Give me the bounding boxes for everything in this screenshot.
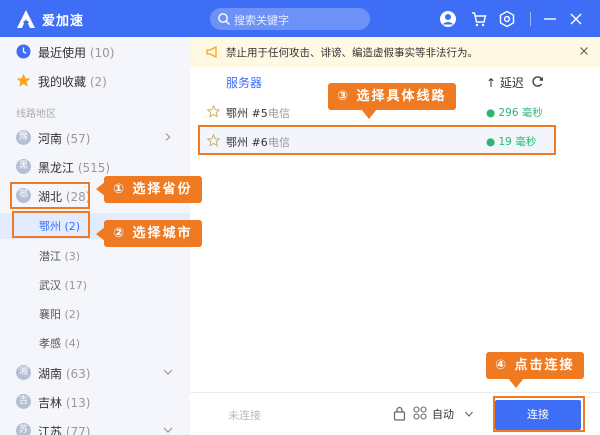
server-isp: 电信 (268, 107, 290, 120)
server-name: 鄂州 #5 (226, 107, 268, 120)
server-latency: ● 296 毫秒 (486, 107, 543, 119)
callout-step-2: ② 选择城市 (104, 220, 202, 247)
sidebar-item-recent[interactable]: 最近使用 (10) (0, 39, 190, 65)
city-label: 孝感 (39, 337, 61, 350)
province-flag-icon: 吉 (16, 394, 31, 409)
refresh-icon[interactable] (531, 75, 544, 88)
province-label: 湖南 (38, 367, 63, 381)
app-title: 爱加速 (42, 14, 85, 29)
cart-icon[interactable] (470, 10, 488, 28)
highlight-city (12, 211, 90, 238)
city-label: 武汉 (39, 279, 61, 292)
search-icon (218, 13, 230, 25)
megaphone-icon (206, 46, 217, 58)
province-flag-icon: 苏 (16, 423, 31, 435)
province-flag-icon: 黑 (16, 159, 31, 174)
city-count: (4) (64, 337, 81, 350)
minimize-icon[interactable] (541, 10, 559, 28)
province-count: (57) (65, 132, 91, 146)
province-flag-icon: 湘 (16, 365, 31, 380)
user-avatar-icon[interactable] (439, 10, 457, 28)
province-count: (63) (65, 367, 91, 381)
recent-label: 最近使用 (38, 46, 87, 60)
search-placeholder: 搜索关键字 (234, 14, 289, 27)
city-count: (17) (64, 279, 88, 292)
city-label: 潜江 (39, 250, 61, 263)
chevron-down-icon[interactable] (465, 411, 473, 417)
sidebar-item-city[interactable]: 武汉 (17) (0, 272, 190, 298)
search-box[interactable]: 搜索关键字 (210, 8, 370, 30)
province-count: (515) (77, 161, 111, 175)
sidebar-item-province[interactable]: 苏 江苏 (77) (0, 418, 190, 435)
sidebar-item-province[interactable]: 吉 吉林 (13) (0, 389, 190, 415)
highlight-province (10, 182, 90, 209)
province-flag-icon: 豫 (16, 130, 31, 145)
callout-step-1: ① 选择省份 (104, 176, 202, 203)
lock-icon[interactable] (393, 406, 406, 421)
sidebar-item-province[interactable]: 豫 河南 (57) (0, 125, 190, 151)
app-logo-icon (17, 10, 35, 28)
connection-status: 未连接 (228, 409, 261, 422)
callout-arrow (508, 378, 524, 388)
chevron-down-icon (163, 427, 173, 433)
notice-text: 禁止用于任何攻击、诽谤、编造虚假事实等非法行为。 (226, 47, 478, 59)
province-label: 吉林 (38, 396, 63, 410)
settings-gear-icon[interactable] (498, 10, 516, 28)
chevron-right-icon (165, 133, 171, 141)
callout-step-3: ③ 选择具体线路 (328, 83, 456, 110)
province-count: (13) (65, 396, 91, 410)
sidebar-item-province[interactable]: 湘 湖南 (63) (0, 360, 190, 386)
sidebar-item-city[interactable]: 襄阳 (2) (0, 301, 190, 327)
favorites-count: (2) (89, 75, 107, 89)
highlight-server-row (198, 125, 556, 155)
province-label: 河南 (38, 132, 63, 146)
city-count: (3) (64, 250, 81, 263)
city-label: 襄阳 (39, 308, 61, 321)
close-icon[interactable] (578, 45, 590, 57)
latency-sort-header[interactable]: ↑ 延迟 (486, 74, 524, 91)
mode-select[interactable]: 自动 (432, 406, 454, 422)
highlight-connect-button (493, 396, 585, 432)
callout-step-4: ④ 点击连接 (486, 352, 584, 379)
star-outline-icon[interactable] (207, 105, 220, 118)
recent-count: (10) (89, 46, 115, 60)
sidebar-item-favorites[interactable]: 我的收藏 (2) (0, 68, 190, 94)
city-count: (2) (64, 308, 81, 321)
callout-arrow (361, 109, 377, 119)
sidebar-item-city[interactable]: 孝感 (4) (0, 330, 190, 356)
province-count: (77) (65, 425, 91, 435)
close-window-icon[interactable] (567, 10, 585, 28)
title-bar: 爱加速 搜索关键字 (0, 0, 600, 37)
clock-icon (16, 44, 31, 59)
province-label: 江苏 (38, 425, 63, 435)
province-label: 黑龙江 (38, 161, 75, 175)
star-filled-icon (16, 73, 31, 87)
notice-bar: 禁止用于任何攻击、诽谤、编造虚假事实等非法行为。 (190, 37, 600, 67)
chevron-down-icon (163, 369, 173, 375)
server-column-header[interactable]: 服务器 (226, 74, 262, 91)
titlebar-divider (530, 12, 531, 26)
mode-grid-icon[interactable] (413, 406, 427, 420)
favorites-label: 我的收藏 (38, 75, 87, 89)
region-section-title: 线路地区 (16, 109, 56, 120)
